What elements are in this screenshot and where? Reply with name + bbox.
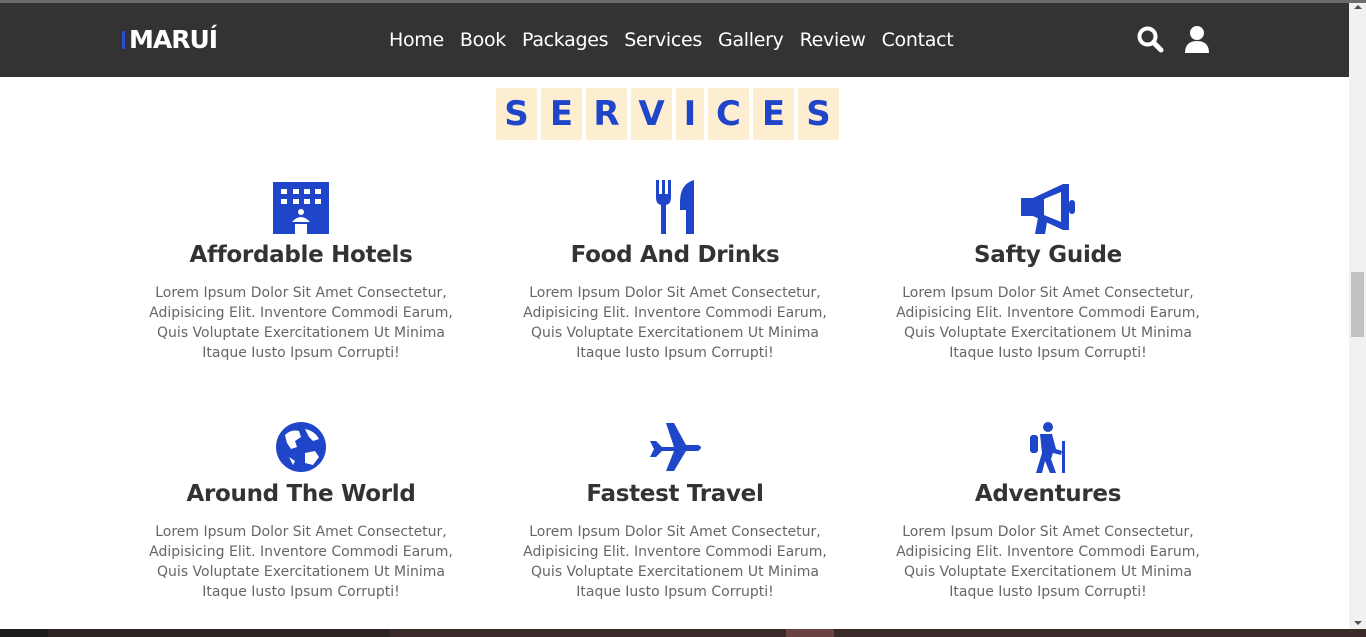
scroll-down-arrow-icon[interactable] <box>1354 621 1362 625</box>
scroll-thumb[interactable] <box>1351 272 1364 337</box>
service-title: Food And Drinks <box>570 242 780 268</box>
service-card-hotels: Affordable Hotels Lorem Ipsum Dolor Sit … <box>131 178 471 363</box>
search-icon[interactable] <box>1136 25 1164 53</box>
site-logo[interactable]: MARUÍ <box>122 25 218 54</box>
globe-icon <box>276 422 326 472</box>
service-title: Around The World <box>186 481 416 507</box>
heading-letter: R <box>586 88 627 140</box>
logo-accent-bar <box>122 30 125 49</box>
hotel-icon <box>273 182 329 234</box>
nav-link-book[interactable]: Book <box>460 29 506 51</box>
service-title: Safty Guide <box>974 242 1122 268</box>
section-heading-services: S E R V I C E S <box>496 88 839 140</box>
logo-text: MARUÍ <box>129 25 218 54</box>
heading-letter: E <box>541 88 582 140</box>
nav-link-packages[interactable]: Packages <box>522 29 609 51</box>
taskbar-start[interactable] <box>0 629 48 637</box>
service-card-safety: Safty Guide Lorem Ipsum Dolor Sit Amet C… <box>878 178 1218 363</box>
service-description: Lorem Ipsum Dolor Sit Amet Consectetur, … <box>523 524 827 600</box>
nav-link-home[interactable]: Home <box>389 29 444 51</box>
utensils-icon <box>656 180 694 234</box>
service-title: Fastest Travel <box>586 481 764 507</box>
nav-link-review[interactable]: Review <box>800 29 866 51</box>
nav-link-gallery[interactable]: Gallery <box>718 29 784 51</box>
nav-link-services[interactable]: Services <box>624 29 702 51</box>
service-description: Lorem Ipsum Dolor Sit Amet Consectetur, … <box>523 285 827 361</box>
service-card-food: Food And Drinks Lorem Ipsum Dolor Sit Am… <box>505 178 845 363</box>
heading-letter: E <box>753 88 794 140</box>
scroll-up-arrow-icon[interactable] <box>1354 5 1362 9</box>
service-description: Lorem Ipsum Dolor Sit Amet Consectetur, … <box>149 524 453 600</box>
service-title: Affordable Hotels <box>189 242 413 268</box>
heading-letter: S <box>798 88 839 140</box>
service-description: Lorem Ipsum Dolor Sit Amet Consectetur, … <box>896 285 1200 361</box>
user-icon[interactable] <box>1184 25 1210 53</box>
service-description: Lorem Ipsum Dolor Sit Amet Consectetur, … <box>149 285 453 361</box>
service-title: Adventures <box>974 481 1122 507</box>
hiking-icon <box>1030 422 1065 473</box>
nav-link-contact[interactable]: Contact <box>882 29 954 51</box>
heading-letter: S <box>496 88 537 140</box>
plane-icon <box>650 423 701 471</box>
os-taskbar <box>0 629 1366 637</box>
vertical-scrollbar[interactable] <box>1349 3 1366 629</box>
taskbar-active-app[interactable] <box>786 629 834 637</box>
heading-letter: V <box>631 88 672 140</box>
heading-letter: I <box>676 88 704 140</box>
heading-letter: C <box>708 88 749 140</box>
nav-icons <box>1136 25 1210 53</box>
bullhorn-icon <box>1021 184 1075 234</box>
service-description: Lorem Ipsum Dolor Sit Amet Consectetur, … <box>896 524 1200 600</box>
main-nav: Home Book Packages Services Gallery Revi… <box>389 29 969 51</box>
service-card-travel: Fastest Travel Lorem Ipsum Dolor Sit Ame… <box>505 417 845 602</box>
navbar: MARUÍ Home Book Packages Services Galler… <box>0 3 1349 77</box>
service-card-world: Around The World Lorem Ipsum Dolor Sit A… <box>131 417 471 602</box>
service-card-adventures: Adventures Lorem Ipsum Dolor Sit Amet Co… <box>878 417 1218 602</box>
taskbar-search[interactable] <box>48 629 390 637</box>
